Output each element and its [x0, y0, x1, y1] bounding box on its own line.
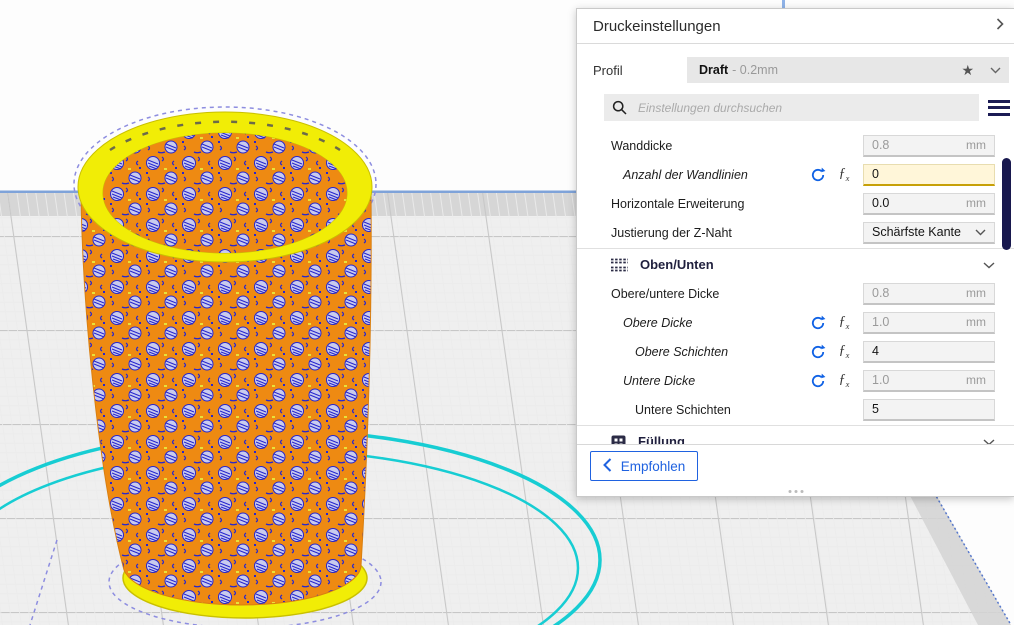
search-input[interactable] [636, 99, 971, 116]
chevron-down-icon [975, 229, 994, 236]
profile-label: Profil [593, 62, 623, 78]
footer-divider [577, 444, 1014, 445]
setting-row-top-layers[interactable]: Obere Schichten ƒx [577, 337, 1014, 366]
z-seam-select[interactable]: Schärfste Kante [863, 221, 995, 244]
recommended-mode-button[interactable]: Empfohlen [590, 451, 698, 481]
reset-value-icon[interactable] [810, 167, 826, 183]
chevron-down-icon [983, 256, 995, 274]
profile-row: Profil Draft - 0.2mm ★ [593, 57, 1009, 83]
top-bottom-icon [611, 258, 628, 272]
value-field-modified[interactable] [863, 163, 995, 186]
settings-list: Wanddicke mm Anzahl der Wandlinien ƒx Ho… [577, 131, 1014, 444]
profile-dropdown[interactable]: Draft - 0.2mm ★ [687, 57, 1009, 83]
settings-scrollbar[interactable] [1002, 158, 1011, 250]
collapse-panel-icon[interactable] [996, 17, 1004, 35]
section-infill[interactable]: Füllung [577, 427, 1014, 444]
value-field: mm [863, 282, 995, 305]
setting-row-top-bottom-thickness[interactable]: Obere/untere Dicke mm [577, 279, 1014, 308]
cura-window: Druckeinstellungen Profil Draft - 0.2mm … [0, 0, 1014, 625]
setting-row-horizontal-expansion[interactable]: Horizontale Erweiterung mm [577, 189, 1014, 218]
section-divider [577, 425, 1014, 426]
setting-row-wall-thickness[interactable]: Wanddicke mm [577, 131, 1014, 160]
section-divider [577, 248, 1014, 249]
value-field: mm [863, 134, 995, 157]
panel-resize-handle[interactable] [788, 490, 803, 493]
model-cylinder[interactable] [77, 111, 373, 619]
chevron-down-icon [990, 61, 1001, 79]
value-field[interactable]: mm [863, 192, 995, 215]
search-row [604, 94, 1010, 121]
setting-row-wall-line-count[interactable]: Anzahl der Wandlinien ƒx [577, 160, 1014, 189]
infill-icon [611, 435, 626, 444]
formula-fx-icon[interactable]: ƒx [835, 166, 853, 183]
formula-fx-icon[interactable]: ƒx [835, 343, 853, 360]
favorite-star-icon[interactable]: ★ [961, 62, 974, 79]
value-field[interactable] [863, 340, 995, 363]
reset-value-icon[interactable] [810, 373, 826, 389]
setting-row-bottom-layers[interactable]: Untere Schichten [577, 395, 1014, 424]
settings-search[interactable] [604, 94, 979, 121]
value-field: mm [863, 369, 995, 392]
settings-menu-icon[interactable] [988, 96, 1010, 119]
chevron-left-icon [602, 457, 612, 475]
print-settings-panel: Druckeinstellungen Profil Draft - 0.2mm … [576, 8, 1014, 497]
formula-fx-icon[interactable]: ƒx [835, 372, 853, 389]
search-icon [612, 100, 628, 116]
reset-value-icon[interactable] [810, 315, 826, 331]
setting-row-z-seam-alignment[interactable]: Justierung der Z-Naht Schärfste Kante [577, 218, 1014, 247]
setting-row-bottom-thickness[interactable]: Untere Dicke ƒx mm [577, 366, 1014, 395]
formula-fx-icon[interactable]: ƒx [835, 314, 853, 331]
panel-title: Druckeinstellungen [593, 17, 721, 35]
value-field[interactable] [863, 398, 995, 421]
chevron-down-icon [983, 433, 995, 444]
section-top-bottom[interactable]: Oben/Unten [577, 250, 1014, 279]
reset-value-icon[interactable] [810, 344, 826, 360]
setting-row-top-thickness[interactable]: Obere Dicke ƒx mm [577, 308, 1014, 337]
panel-header: Druckeinstellungen [577, 9, 1014, 44]
value-field: mm [863, 311, 995, 334]
